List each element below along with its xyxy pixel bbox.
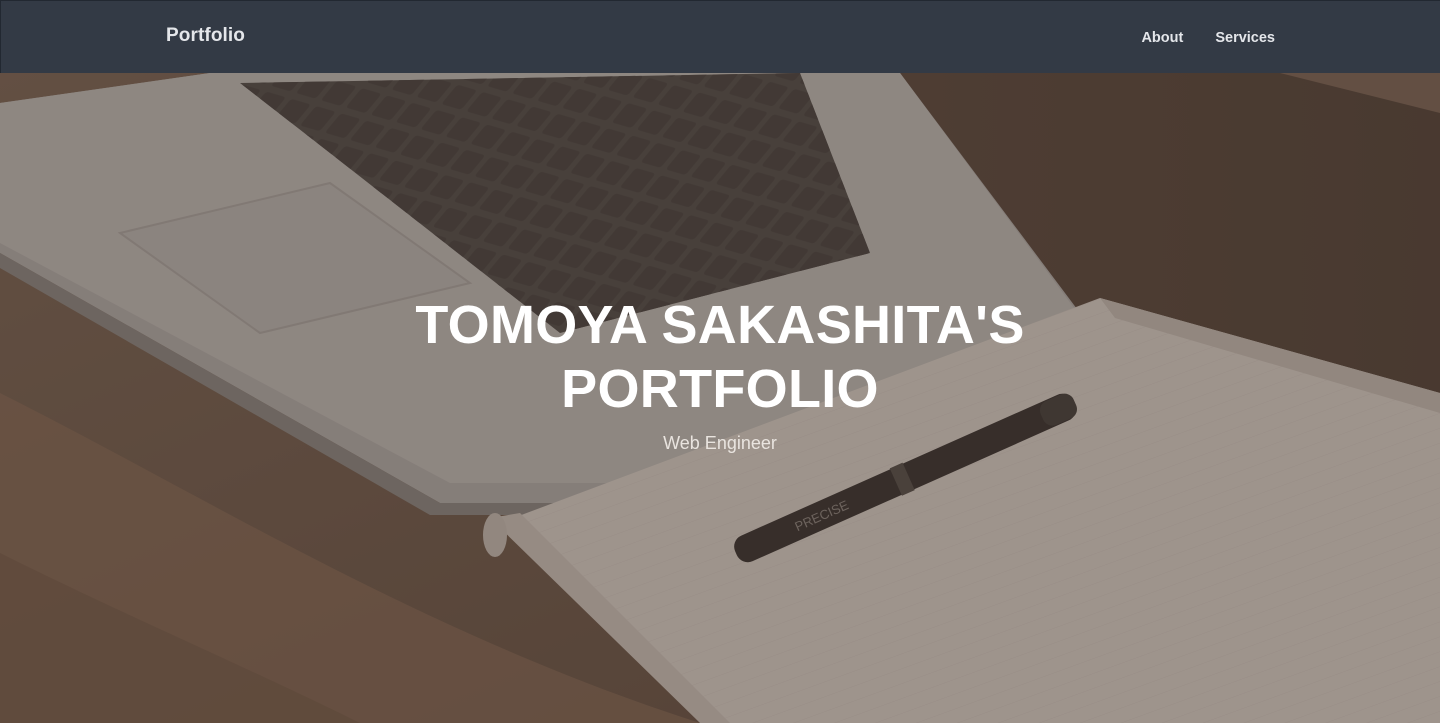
hero-title: TOMOYA SAKASHITA'S PORTFOLIO: [415, 295, 1025, 419]
nav-link-about[interactable]: About: [1141, 30, 1183, 46]
hero-text-block: TOMOYA SAKASHITA'S PORTFOLIO Web Enginee…: [0, 293, 1440, 454]
brand-link[interactable]: Portfolio: [166, 25, 245, 47]
nav-links: About Services: [1141, 30, 1275, 46]
hero-subtitle: Web Engineer: [663, 433, 777, 453]
top-navbar: Portfolio About Services: [0, 0, 1440, 73]
nav-link-services[interactable]: Services: [1215, 30, 1275, 46]
hero-section: PRECISE TOMOYA SAKASHITA'S PORTFOLIO Web…: [0, 73, 1440, 723]
page: Portfolio About Services PRECISE TOMOYA …: [0, 0, 1440, 723]
